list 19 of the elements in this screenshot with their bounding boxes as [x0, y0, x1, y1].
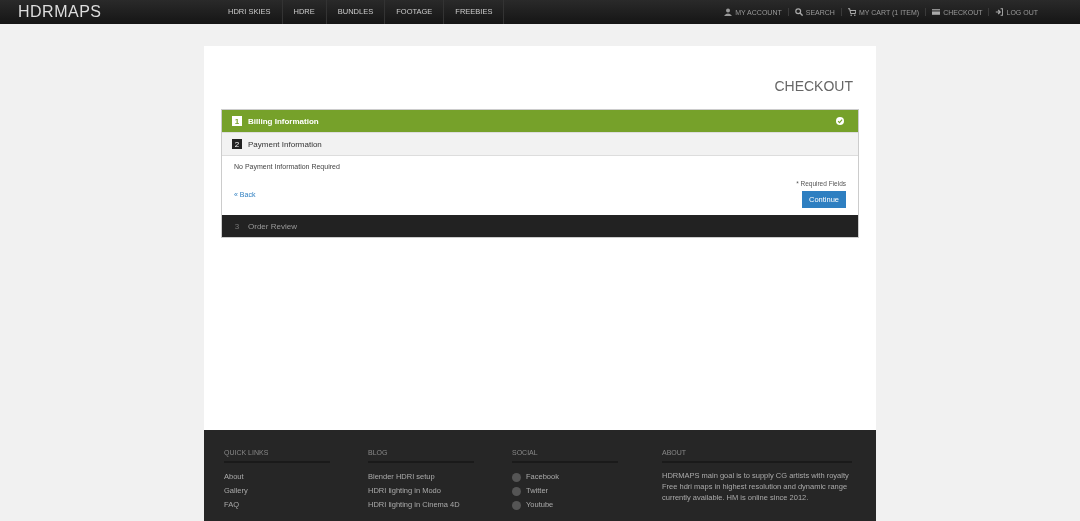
credit-card-icon [932, 8, 941, 16]
user-icon [724, 8, 733, 16]
step-title: Order Review [248, 221, 297, 231]
step-header[interactable]: 2 Payment Information [222, 132, 858, 156]
step-number: 3 [233, 221, 241, 231]
site-logo[interactable]: HDRMAPS [18, 3, 217, 21]
page-title: CHECKOUT [773, 78, 854, 94]
step-number: 2 [232, 139, 242, 149]
circle-icon [512, 472, 521, 482]
step-header[interactable]: 3 Order Review [222, 215, 858, 237]
check-circle-icon [836, 117, 844, 125]
step-title: Billing Information [248, 116, 319, 126]
circle-icon [512, 486, 521, 496]
step-title: Payment Information [248, 139, 322, 149]
search-icon [794, 8, 803, 16]
cart-icon [847, 8, 856, 16]
circle-icon [512, 500, 521, 510]
logout-icon [995, 8, 1004, 16]
step-number: 1 [232, 116, 242, 126]
